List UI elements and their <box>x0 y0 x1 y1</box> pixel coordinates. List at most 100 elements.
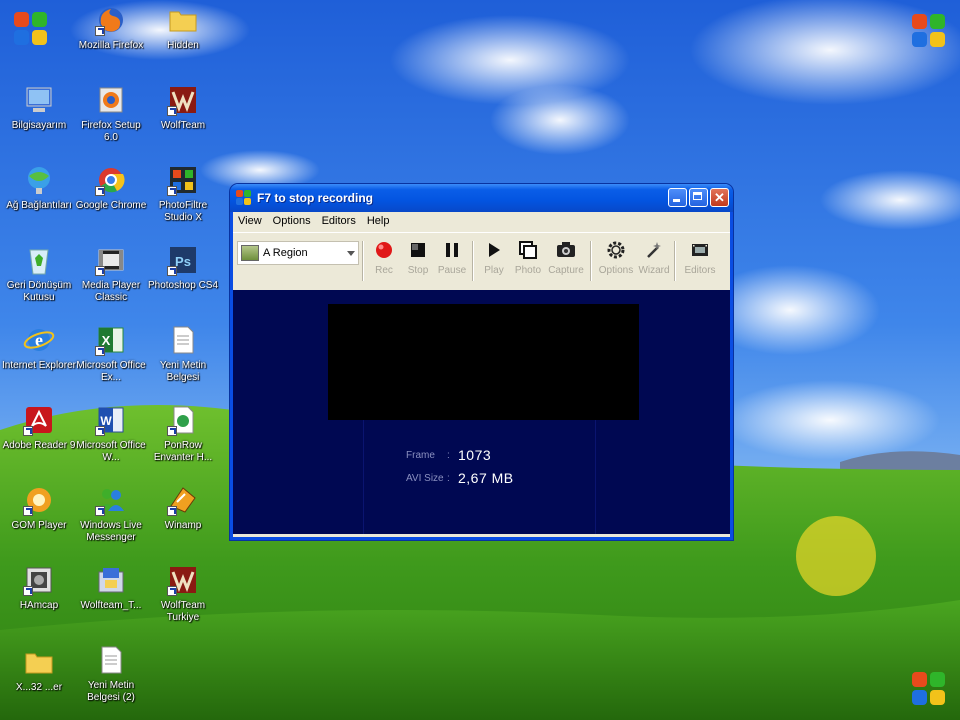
desktop-icon-ag-baglantilari[interactable]: Ağ Bağlantıları <box>2 164 76 212</box>
desktop-icon-wolfteam-turkiye[interactable]: WolfTeam Turkiye <box>146 564 220 624</box>
computer-icon <box>23 84 55 116</box>
avi-size-separator: : <box>447 473 450 484</box>
desktop-icon-yeni-metin[interactable]: Yeni Metin Belgesi <box>146 324 220 384</box>
close-button[interactable]: ✕ <box>710 188 729 207</box>
gom-player-icon <box>23 484 55 516</box>
minimize-icon <box>673 199 680 202</box>
toolbar-separator <box>472 241 474 281</box>
media-player-icon <box>95 244 127 276</box>
network-icon <box>23 164 55 196</box>
stop-icon <box>407 239 429 261</box>
excel-icon: X <box>95 324 127 356</box>
frame-value: 1073 <box>458 447 492 463</box>
wizard-button[interactable]: Wizard <box>637 239 671 276</box>
stop-button[interactable]: Stop <box>401 239 435 276</box>
desktop-icon-geri-donusum[interactable]: Geri Dönüşüm Kutusu <box>2 244 76 304</box>
capture-button[interactable]: Capture <box>545 239 587 276</box>
desktop-icon-wolfteam-installer[interactable]: Wolfteam_T... <box>74 564 148 612</box>
desktop-icon-bilgisayarim[interactable]: Bilgisayarım <box>2 84 76 132</box>
region-select-value: A Region <box>263 247 308 259</box>
menu-options[interactable]: Options <box>268 215 317 227</box>
desktop-icon-media-player-classic[interactable]: Media Player Classic <box>74 244 148 304</box>
menu-bar: View Options Editors Help <box>233 212 730 230</box>
desktop-icon-adobe-reader[interactable]: Adobe Reader 9 <box>2 404 76 452</box>
frame-separator: : <box>447 450 450 461</box>
maximize-icon <box>693 192 702 200</box>
text-document-icon <box>167 324 199 356</box>
cursor-highlight <box>796 516 876 596</box>
desktop-icon-yeni-metin-2[interactable]: Yeni Metin Belgesi (2) <box>74 644 148 704</box>
photo-icon <box>517 239 539 261</box>
region-select[interactable]: A Region <box>237 241 359 265</box>
messenger-icon <box>95 484 127 516</box>
desktop-icon-microsoft-word[interactable]: W Microsoft Office W... <box>74 404 148 464</box>
photoshop-icon: Ps <box>167 244 199 276</box>
menu-editors[interactable]: Editors <box>317 215 362 227</box>
recycle-bin-icon <box>23 244 55 276</box>
menu-help[interactable]: Help <box>362 215 396 227</box>
recorder-window: F7 to stop recording ✕ View Options Edit… <box>230 184 733 540</box>
app-logo-icon <box>236 190 252 206</box>
windows-logo-icon <box>14 12 50 48</box>
minimize-button[interactable] <box>668 188 687 207</box>
toolbar-separator <box>362 241 364 281</box>
toolbar-separator <box>674 241 676 281</box>
avi-size-value: 2,67 MB <box>458 470 514 486</box>
region-icon <box>241 245 259 261</box>
pause-icon <box>441 239 463 261</box>
desktop-icon-hamcap[interactable]: HAmcap <box>2 564 76 612</box>
desktop-icon-mozilla-firefox[interactable]: Mozilla Firefox <box>74 4 148 52</box>
preview-stripe <box>363 420 364 534</box>
options-button[interactable]: Options <box>595 239 637 276</box>
pause-button[interactable]: Pause <box>435 239 469 276</box>
windows-logo-icon <box>912 672 948 708</box>
desktop-icon-hidden[interactable]: Hidden <box>146 4 220 52</box>
gear-icon <box>605 239 627 261</box>
wizard-icon <box>643 239 665 261</box>
desktop-icon-photofiltre[interactable]: PhotoFiltre Studio X <box>146 164 220 224</box>
desktop-icon-firefox-setup[interactable]: Firefox Setup 6.0 <box>74 84 148 144</box>
firefox-setup-icon <box>95 84 127 116</box>
maximize-button[interactable] <box>689 188 708 207</box>
text-document-icon <box>95 644 127 676</box>
play-icon <box>483 239 505 261</box>
wolfteam-installer-icon <box>95 564 127 596</box>
window-titlebar[interactable]: F7 to stop recording ✕ <box>230 184 733 212</box>
desktop-icon-photoshop[interactable]: Ps Photoshop CS4 <box>146 244 220 292</box>
folder-icon <box>167 4 199 36</box>
desktop-icon-ponrow[interactable]: PonRow Envanter H... <box>146 404 220 464</box>
photo-button[interactable]: Photo <box>511 239 545 276</box>
avi-size-label: AVI Size <box>406 473 444 484</box>
desktop-icon-folder-bottom[interactable]: X...32 ...er <box>2 646 76 694</box>
windows-logo-icon <box>912 14 948 50</box>
hamcap-icon <box>23 564 55 596</box>
camera-icon <box>555 239 577 261</box>
ponrow-icon <box>167 404 199 436</box>
firefox-icon <box>95 4 127 36</box>
wolfteam-turkiye-icon <box>167 564 199 596</box>
folder-icon <box>23 646 55 678</box>
chrome-icon <box>95 164 127 196</box>
adobe-reader-icon <box>23 404 55 436</box>
desktop-icon-internet-explorer[interactable]: e Internet Explorer <box>2 324 76 372</box>
desktop-icon-microsoft-excel[interactable]: X Microsoft Office Ex... <box>74 324 148 384</box>
menu-view[interactable]: View <box>233 215 268 227</box>
desktop-icon-gom-player[interactable]: GOM Player <box>2 484 76 532</box>
editors-button[interactable]: Editors <box>679 239 721 276</box>
desktop-icon-windows-live-messenger[interactable]: Windows Live Messenger <box>74 484 148 544</box>
chevron-down-icon <box>347 251 355 256</box>
photofiltre-icon <box>167 164 199 196</box>
internet-explorer-icon: e <box>23 324 55 356</box>
play-button[interactable]: Play <box>477 239 511 276</box>
frame-label: Frame <box>406 450 435 461</box>
desktop-icon-winamp[interactable]: Winamp <box>146 484 220 532</box>
recording-preview: Frame : 1073 AVI Size : 2,67 MB <box>233 290 730 534</box>
wolfteam-icon <box>167 84 199 116</box>
film-icon <box>689 239 711 261</box>
desktop-icon-wolfteam[interactable]: WolfTeam <box>146 84 220 132</box>
svg-text:Ps: Ps <box>175 254 191 269</box>
desktop-icon-google-chrome[interactable]: Google Chrome <box>74 164 148 212</box>
window-title: F7 to stop recording <box>257 191 374 205</box>
rec-button[interactable]: Rec <box>367 239 401 276</box>
record-icon <box>373 239 395 261</box>
